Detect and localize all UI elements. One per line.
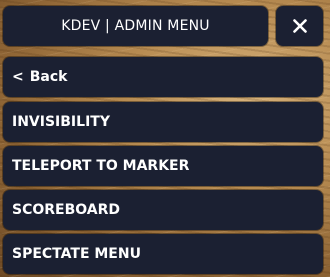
admin-menu-title-text: KDEV | ADMIN MENU [61,18,210,34]
menu-item-invisibility[interactable]: INVISIBILITY [3,102,323,142]
menu-item-label: TELEPORT TO MARKER [12,158,190,174]
admin-menu-title: KDEV | ADMIN MENU [3,6,268,46]
menu-item-teleport-to-marker[interactable]: TELEPORT TO MARKER [3,146,323,186]
back-button-label: Back [29,69,68,85]
close-button[interactable] [276,6,323,46]
chevron-left-icon: < [12,69,24,85]
menu-item-label: SCOREBOARD [12,202,121,218]
menu-item-label: INVISIBILITY [12,114,110,130]
menu-item-label: SPECTATE MENU [12,246,141,262]
menu-item-spectate-menu[interactable]: SPECTATE MENU [3,234,323,274]
menu-item-scoreboard[interactable]: SCOREBOARD [3,190,323,230]
close-icon [292,19,307,33]
back-button[interactable]: < Back [3,57,323,97]
